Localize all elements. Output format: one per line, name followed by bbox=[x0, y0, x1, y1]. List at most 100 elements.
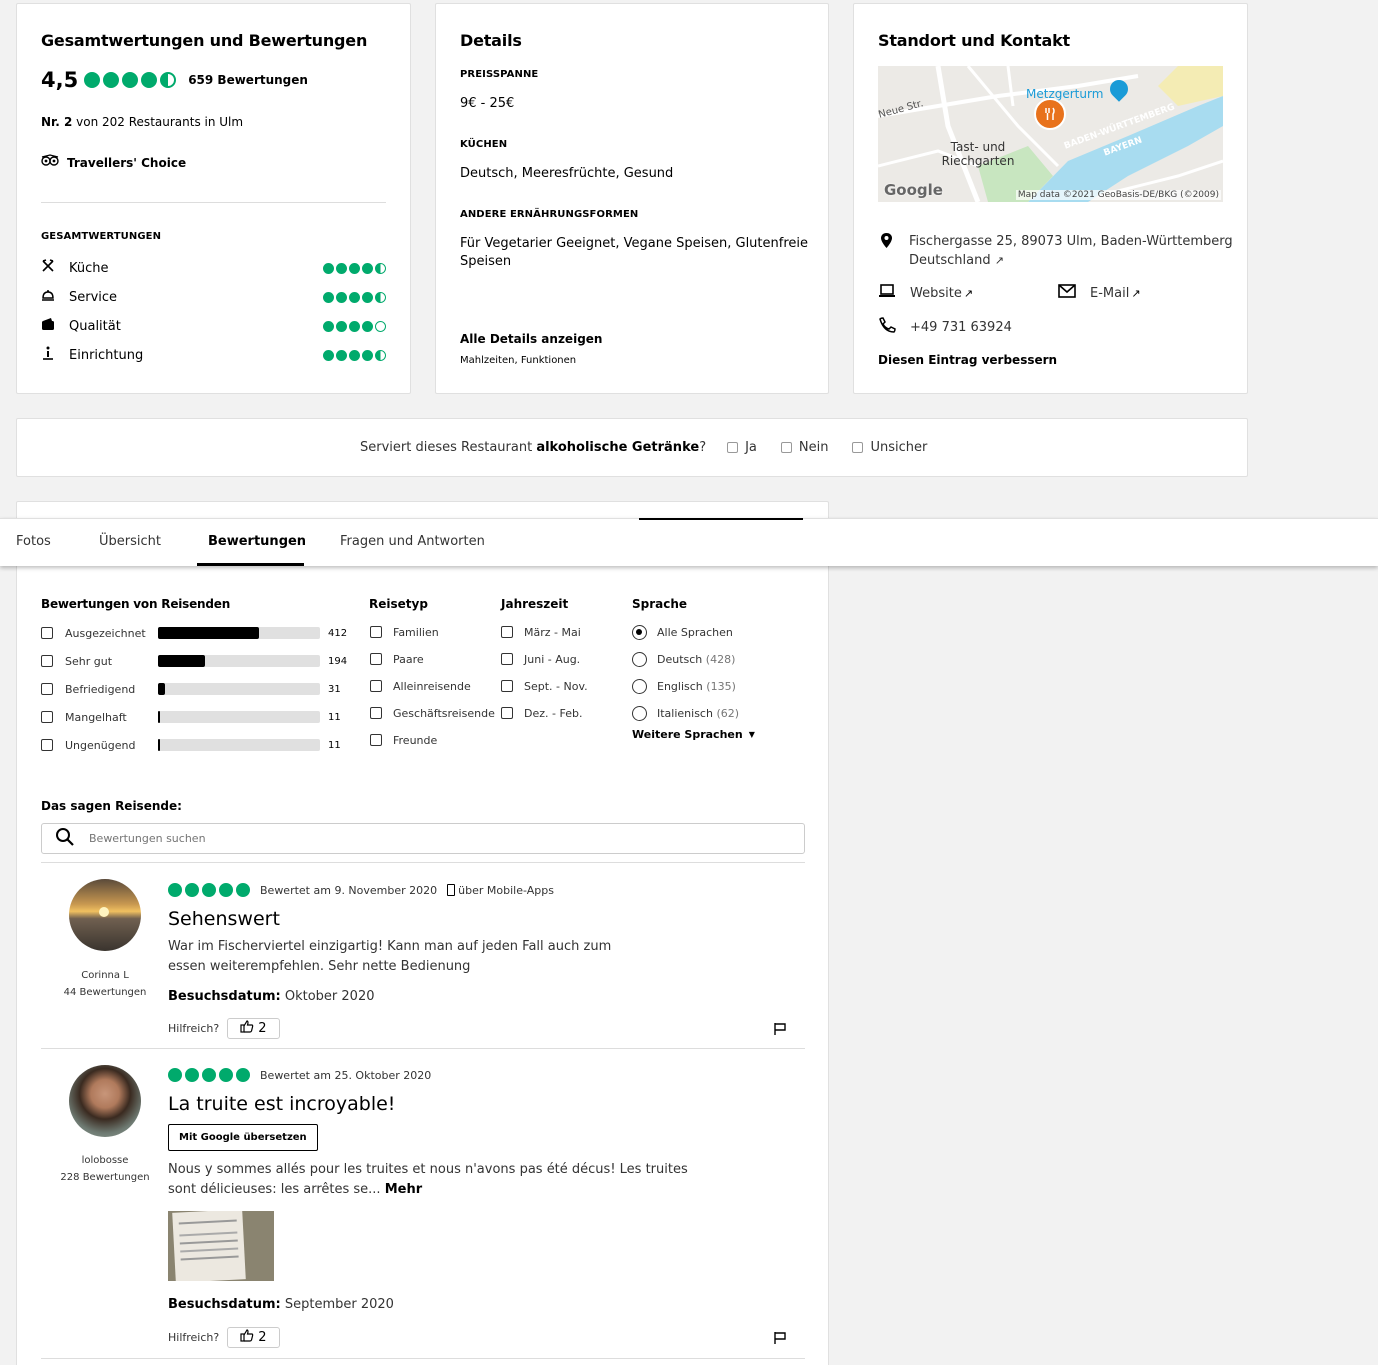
address-line2-link[interactable]: Deutschland bbox=[909, 253, 991, 268]
translate-button[interactable]: Mit Google übersetzen bbox=[168, 1124, 318, 1151]
review-title[interactable]: Sehenswert bbox=[168, 908, 280, 930]
checkbox[interactable] bbox=[41, 711, 53, 723]
helpful-row: Hilfreich? 2 bbox=[168, 1018, 280, 1039]
all-details-sub: Mahlzeiten, Funktionen bbox=[460, 355, 577, 366]
review-count-link[interactable]: 659 Bewertungen bbox=[188, 73, 308, 87]
review-search[interactable] bbox=[41, 823, 805, 854]
map[interactable]: Neue Str. Metzgerturm Tast- und Riechgar… bbox=[878, 66, 1223, 202]
checkbox[interactable] bbox=[41, 627, 53, 639]
checkbox[interactable] bbox=[727, 442, 739, 453]
filter-season[interactable]: März - Mai bbox=[501, 624, 581, 640]
filter-label: Familien bbox=[393, 625, 439, 639]
radio[interactable] bbox=[632, 678, 647, 694]
website-row[interactable]: Website ↗ bbox=[878, 284, 973, 302]
rating-filter-row[interactable]: Mangelhaft 11 bbox=[41, 709, 351, 725]
filter-season[interactable]: Juni - Aug. bbox=[501, 651, 580, 667]
filter-freunde[interactable]: Freunde bbox=[370, 732, 437, 748]
checkbox[interactable] bbox=[41, 739, 53, 751]
filter-familien[interactable]: Familien bbox=[370, 624, 439, 640]
option-label: Nein bbox=[798, 440, 829, 455]
reviewer-name[interactable]: lolobosse bbox=[41, 1155, 169, 1166]
flag-icon[interactable] bbox=[773, 1331, 787, 1349]
tab-fotos[interactable]: Fotos bbox=[16, 534, 51, 549]
review-bubbles bbox=[168, 1068, 250, 1082]
filter-language[interactable]: Deutsch (428) bbox=[632, 651, 735, 667]
checkbox[interactable] bbox=[370, 707, 382, 719]
rating-bar-fill bbox=[158, 683, 166, 695]
tab-uebersicht[interactable]: Übersicht bbox=[99, 534, 161, 549]
improve-listing-link[interactable]: Diesen Eintrag verbessern bbox=[878, 353, 1057, 367]
filter-count: (135) bbox=[706, 679, 736, 693]
radio[interactable] bbox=[632, 651, 647, 667]
checkbox[interactable] bbox=[501, 680, 513, 692]
checkbox[interactable] bbox=[501, 626, 513, 638]
helpful-button[interactable]: 2 bbox=[227, 1018, 280, 1039]
alcohol-option-ja[interactable]: Ja bbox=[727, 440, 757, 455]
website-link[interactable]: Website bbox=[910, 286, 962, 301]
phone-link[interactable]: +49 731 63924 bbox=[910, 320, 1012, 335]
filter-label: Paare bbox=[393, 652, 424, 666]
rating-bar bbox=[158, 739, 320, 751]
checkbox[interactable] bbox=[370, 680, 382, 692]
checkbox[interactable] bbox=[370, 653, 382, 665]
radio[interactable] bbox=[632, 624, 647, 640]
alcohol-option-nein[interactable]: Nein bbox=[780, 440, 829, 455]
filter-language[interactable]: Italienisch (62) bbox=[632, 705, 739, 721]
utensils-icon bbox=[41, 259, 69, 277]
filter-alleinreisende[interactable]: Alleinreisende bbox=[370, 678, 471, 694]
avatar[interactable] bbox=[69, 879, 141, 951]
cuisine-value: Deutsch, Meeresfrüchte, Gesund bbox=[460, 166, 674, 181]
all-details-link[interactable]: Alle Details anzeigen bbox=[460, 332, 602, 346]
helpful-row: Hilfreich? 2 bbox=[168, 1327, 280, 1348]
more-link[interactable]: Mehr bbox=[385, 1182, 422, 1197]
subrating-label: Einrichtung bbox=[69, 347, 144, 363]
filter-label: Juni - Aug. bbox=[524, 652, 581, 666]
rating-bar bbox=[158, 683, 320, 695]
alcohol-option-unsicher[interactable]: Unsicher bbox=[852, 440, 927, 455]
checkbox[interactable] bbox=[852, 442, 864, 453]
tab-bewertungen[interactable]: Bewertungen bbox=[208, 534, 306, 549]
checkbox[interactable] bbox=[780, 442, 792, 453]
reviewer-contributions: 44 Bewertungen bbox=[63, 987, 147, 998]
review-photo[interactable] bbox=[168, 1211, 274, 1281]
checkbox[interactable] bbox=[41, 683, 53, 695]
visit-label: Besuchsdatum: bbox=[168, 989, 281, 1004]
avatar[interactable] bbox=[69, 1065, 141, 1137]
radio[interactable] bbox=[632, 705, 647, 721]
filter-geschaeftsreisende[interactable]: Geschäftsreisende bbox=[370, 705, 495, 721]
checkbox[interactable] bbox=[370, 626, 382, 638]
rating-filter-row[interactable]: Ungenügend 11 bbox=[41, 737, 351, 753]
checkbox[interactable] bbox=[370, 734, 382, 746]
filter-label: Alleinreisende bbox=[393, 679, 471, 693]
search-input[interactable] bbox=[89, 832, 739, 845]
alcohol-prefix: Serviert dieses Restaurant bbox=[360, 440, 533, 455]
rank-number: Nr. 2 bbox=[41, 115, 73, 129]
checkbox[interactable] bbox=[501, 653, 513, 665]
filter-season[interactable]: Dez. - Feb. bbox=[501, 705, 582, 721]
rating-filter-row[interactable]: Sehr gut 194 bbox=[41, 653, 351, 669]
phone-row[interactable]: +49 731 63924 bbox=[878, 317, 1012, 337]
rating-filter-row[interactable]: Ausgezeichnet 412 bbox=[41, 625, 351, 641]
review-title[interactable]: La truite est incroyable! bbox=[168, 1093, 395, 1115]
filter-paare[interactable]: Paare bbox=[370, 651, 424, 667]
details-card: Details PREISSPANNE 9€ - 25€ KÜCHEN Deut… bbox=[435, 3, 829, 394]
checkbox[interactable] bbox=[41, 655, 53, 667]
email-row[interactable]: E-Mail ↗ bbox=[1058, 284, 1141, 302]
tab-fragen[interactable]: Fragen und Antworten bbox=[340, 534, 485, 549]
reviews-card: Bewertungen von Reisenden Ausgezeichnet … bbox=[16, 501, 829, 1365]
filter-language[interactable]: Alle Sprachen bbox=[632, 624, 733, 640]
checkbox[interactable] bbox=[501, 707, 513, 719]
flag-icon[interactable] bbox=[773, 1022, 787, 1040]
cuisine-heading: KÜCHEN bbox=[460, 139, 508, 150]
helpful-button[interactable]: 2 bbox=[227, 1327, 280, 1348]
filter-label: Deutsch bbox=[657, 652, 703, 666]
filter-season[interactable]: Sept. - Nov. bbox=[501, 678, 588, 694]
alcohol-question-card: Serviert dieses Restaurant alkoholische … bbox=[16, 418, 1248, 477]
rating-filter-row[interactable]: Befriedigend 31 bbox=[41, 681, 351, 697]
rating-bar bbox=[158, 711, 320, 723]
filter-language[interactable]: Englisch (135) bbox=[632, 678, 736, 694]
reviewer-name[interactable]: Corinna L bbox=[41, 970, 169, 981]
more-languages-dropdown[interactable]: Weitere Sprachen ▼ bbox=[632, 728, 755, 741]
ratings-card: Gesamtwertungen und Bewertungen 4,5 659 … bbox=[16, 3, 411, 394]
email-link[interactable]: E-Mail bbox=[1090, 286, 1129, 301]
